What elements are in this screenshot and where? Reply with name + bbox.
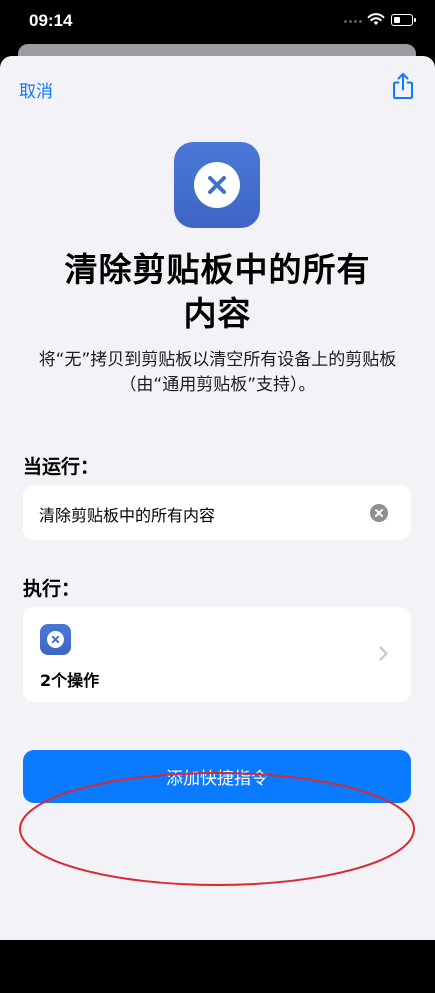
- clear-x-icon: [194, 162, 240, 208]
- action-app-icon: [40, 624, 71, 655]
- cancel-button[interactable]: 取消: [19, 77, 53, 102]
- wifi-icon: [367, 13, 385, 25]
- actions-card[interactable]: 2个操作: [23, 607, 411, 702]
- title-line-2: 内容: [183, 294, 252, 333]
- title-line-1: 清除剪贴板中的所有: [64, 250, 371, 289]
- trigger-section-label: 当运行：: [23, 456, 100, 478]
- clear-x-icon: [47, 631, 64, 648]
- chevron-right-icon: [379, 646, 388, 661]
- trigger-name-text: 清除剪贴板中的所有内容: [39, 506, 216, 525]
- clear-icon: [375, 509, 383, 517]
- trigger-name-field[interactable]: 清除剪贴板中的所有内容: [23, 485, 411, 540]
- share-button[interactable]: [390, 72, 416, 100]
- cellular-signal-icon: [344, 18, 364, 24]
- shortcut-sheet: 取消 清除剪贴板中的所有 内容 将“无”拷贝到剪贴板以清空所有设备上的剪贴板 （…: [0, 56, 435, 993]
- home-indicator: [139, 988, 296, 993]
- actions-section-label: 执行：: [23, 578, 81, 600]
- battery-icon: [391, 14, 416, 26]
- clear-text-button[interactable]: [370, 504, 388, 522]
- share-icon: [393, 73, 413, 99]
- description-line-1: 将“无”拷贝到剪贴板以清空所有设备上的剪贴板: [38, 350, 397, 370]
- add-shortcut-button[interactable]: 添加快捷指令: [23, 750, 411, 803]
- shortcut-title: 清除剪贴板中的所有 内容: [20, 248, 415, 336]
- description-line-2: （由“通用剪贴板”支持）。: [119, 375, 316, 395]
- shortcut-app-icon: [174, 142, 260, 228]
- shortcut-description: 将“无”拷贝到剪贴板以清空所有设备上的剪贴板 （由“通用剪贴板”支持）。: [12, 348, 423, 398]
- status-bar: 09:14: [0, 0, 435, 44]
- status-time: 09:14: [29, 11, 73, 30]
- actions-count: 2个操作: [40, 671, 100, 690]
